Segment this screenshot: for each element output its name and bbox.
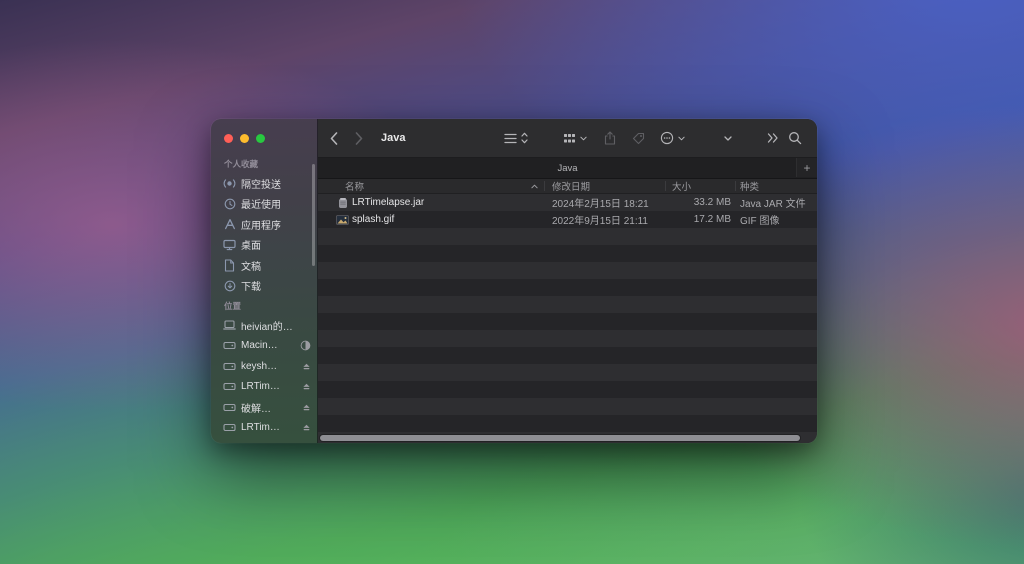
- disk-icon: [223, 380, 236, 393]
- column-header-size-label: 大小: [672, 182, 692, 193]
- file-name: splash.gif: [352, 214, 395, 225]
- sidebar-item-documents[interactable]: 文稿: [211, 255, 317, 276]
- download-icon: [223, 279, 236, 292]
- tags-button[interactable]: [632, 119, 645, 157]
- sidebar-item-label: Macin…: [241, 340, 278, 352]
- sidebar-item-label: 应用程序: [241, 220, 281, 232]
- toolbar: Java: [318, 119, 817, 158]
- sidebar-item-label: heivian的…: [241, 321, 293, 333]
- sidebar-item-label: 破解…: [241, 403, 271, 415]
- sidebar-scrollbar[interactable]: [311, 164, 315, 266]
- file-row-lrtimelapse-jar[interactable]: LRTimelapse.jar 2024年2月15日 18:21 33.2 MB…: [318, 194, 817, 211]
- sidebar: 个人收藏 隔空投送 最近使用 应用程序 桌面 文稿 下载 位置 heivian的…: [211, 119, 318, 443]
- sidebar-item-label: 下载: [241, 282, 261, 294]
- traffic-lights: [211, 133, 317, 143]
- sidebar-item-volume-lrtim-2[interactable]: LRTim…: [211, 418, 317, 439]
- eject-icon[interactable]: [302, 362, 311, 371]
- disk-icon: [223, 339, 236, 352]
- column-divider[interactable]: [544, 181, 545, 191]
- window-title: Java: [381, 132, 406, 144]
- toolbar-overflow-button[interactable]: [767, 119, 779, 157]
- close-button[interactable]: [224, 133, 233, 143]
- sidebar-section-locations: 位置: [224, 301, 242, 311]
- share-button[interactable]: [604, 119, 616, 157]
- applications-icon: [223, 218, 236, 231]
- eject-icon[interactable]: [302, 403, 311, 412]
- column-header-kind-label: 种类: [740, 182, 760, 193]
- sidebar-item-volume-pojie[interactable]: 破解…: [211, 397, 317, 418]
- sidebar-item-label: 桌面: [241, 241, 261, 253]
- disk-icon: [223, 421, 236, 434]
- sort-ascending-icon: [531, 179, 538, 193]
- eject-icon[interactable]: [302, 423, 311, 432]
- storage-indicator-icon: [300, 340, 311, 351]
- horizontal-scrollbar[interactable]: [320, 435, 800, 441]
- file-kind: GIF 图像: [740, 216, 780, 227]
- sidebar-item-label: keysh…: [241, 360, 278, 372]
- more-actions-button[interactable]: [660, 119, 685, 157]
- sidebar-item-label: 文稿: [241, 261, 261, 273]
- group-by-button[interactable]: [563, 119, 587, 157]
- column-header-name-label: 名称: [345, 182, 365, 193]
- clock-icon: [223, 197, 236, 210]
- sidebar-item-label: LRTim…: [241, 422, 280, 434]
- sidebar-item-label: LRTim…: [241, 381, 280, 393]
- column-header-size[interactable]: 大小: [672, 179, 691, 193]
- sidebar-item-applications[interactable]: 应用程序: [211, 214, 317, 235]
- chevron-down-icon: [678, 136, 685, 140]
- airdrop-icon: [223, 177, 236, 190]
- column-header-date-modified[interactable]: 修改日期: [552, 179, 590, 193]
- jar-file-icon: [336, 194, 349, 211]
- desktop-icon: [223, 238, 236, 251]
- sidebar-item-recents[interactable]: 最近使用: [211, 194, 317, 215]
- file-name: LRTimelapse.jar: [352, 197, 425, 208]
- document-icon: [223, 259, 236, 272]
- sidebar-item-volume-keysh[interactable]: keysh…: [211, 356, 317, 377]
- sidebar-item-this-mac[interactable]: heivian的…: [211, 315, 317, 336]
- column-divider[interactable]: [735, 181, 736, 191]
- sidebar-item-macintosh-hd[interactable]: Macin…: [211, 336, 317, 357]
- tab-bar: Java +: [318, 158, 817, 179]
- column-header-name[interactable]: 名称: [345, 179, 364, 193]
- chevron-down-icon: [580, 136, 587, 140]
- search-button[interactable]: [788, 119, 802, 157]
- disk-icon: [223, 360, 236, 373]
- gif-image-icon: [336, 211, 349, 228]
- column-divider[interactable]: [665, 181, 666, 191]
- sidebar-item-label: 隔空投送: [241, 179, 281, 191]
- column-header-row: 名称 修改日期 大小 种类: [318, 179, 817, 194]
- disk-icon: [223, 401, 236, 414]
- sidebar-item-downloads[interactable]: 下载: [211, 276, 317, 297]
- finder-content: Java Java + 名称 修改日期 大小 种类 LRTimelapse.ja…: [318, 119, 817, 443]
- actions-chevron-button[interactable]: [724, 119, 732, 157]
- file-date-modified: 2022年9月15日 21:11: [552, 216, 648, 227]
- file-size: 33.2 MB: [693, 197, 731, 208]
- new-tab-button[interactable]: +: [796, 158, 817, 177]
- file-kind: Java JAR 文件: [740, 199, 806, 210]
- view-updown-icon: [521, 132, 528, 144]
- laptop-icon: [223, 319, 236, 332]
- back-button[interactable]: [330, 119, 338, 157]
- zoom-button[interactable]: [256, 133, 265, 143]
- forward-button[interactable]: [355, 119, 363, 157]
- file-row-splash-gif[interactable]: splash.gif 2022年9月15日 21:11 17.2 MB GIF …: [318, 211, 817, 228]
- column-header-kind[interactable]: 种类: [740, 179, 759, 193]
- sidebar-item-desktop[interactable]: 桌面: [211, 235, 317, 256]
- sidebar-item-volume-lrtim-1[interactable]: LRTim…: [211, 377, 317, 398]
- file-size: 17.2 MB: [693, 214, 731, 225]
- view-as-list-button[interactable]: [504, 119, 528, 157]
- sidebar-item-airdrop[interactable]: 隔空投送: [211, 173, 317, 194]
- tab-java[interactable]: Java: [557, 163, 577, 174]
- minimize-button[interactable]: [240, 133, 249, 143]
- sidebar-section-favorites: 个人收藏: [224, 159, 259, 169]
- file-date-modified: 2024年2月15日 18:21: [552, 199, 649, 210]
- finder-window: 个人收藏 隔空投送 最近使用 应用程序 桌面 文稿 下载 位置 heivian的…: [211, 119, 817, 443]
- sidebar-item-label: 最近使用: [241, 200, 281, 212]
- column-header-date-label: 修改日期: [552, 182, 591, 193]
- file-list: LRTimelapse.jar 2024年2月15日 18:21 33.2 MB…: [318, 194, 817, 443]
- eject-icon[interactable]: [302, 382, 311, 391]
